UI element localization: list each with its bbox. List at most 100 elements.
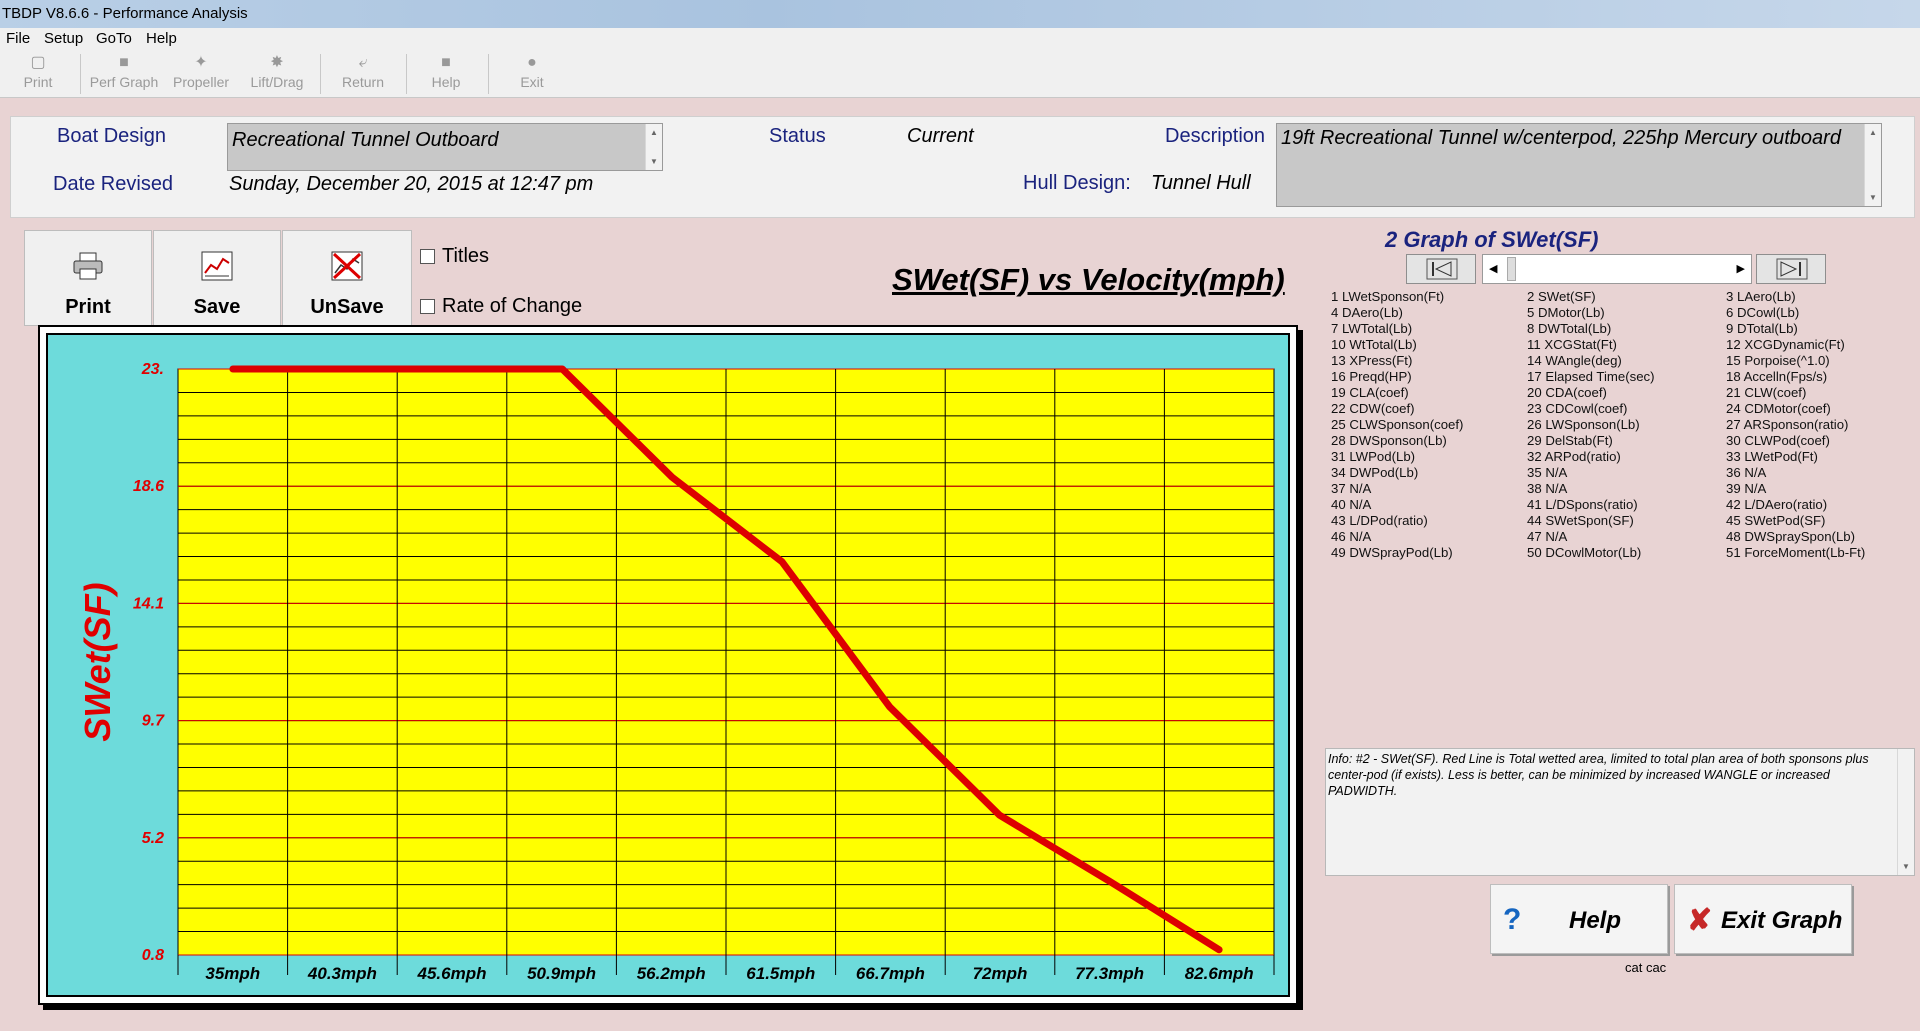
- exit-circle-icon: ●: [527, 54, 537, 71]
- parameter-item[interactable]: 31 LWPod(Lb): [1331, 449, 1415, 465]
- parameter-item[interactable]: 3 LAero(Lb): [1726, 289, 1796, 305]
- parameter-item[interactable]: 22 CDW(coef): [1331, 401, 1415, 417]
- line-chart: 23. 18.6 14.1 9.7 5.2 0.8 35mph 40.3mph 45.6mph 5…: [77, 361, 1275, 983]
- boat-design-scrollbar[interactable]: ▲ ▼: [645, 124, 662, 170]
- parameter-item[interactable]: 15 Porpoise(^1.0): [1726, 353, 1830, 369]
- parameter-item[interactable]: 21 CLW(coef): [1726, 385, 1806, 401]
- parameter-item[interactable]: 28 DWSponson(Lb): [1331, 433, 1447, 449]
- scroll-down-icon: ▼: [1902, 862, 1910, 871]
- parameter-item[interactable]: 38 N/A: [1527, 481, 1567, 497]
- window-title: TBDP V8.6.6 - Performance Analysis: [2, 5, 248, 22]
- printer-icon: [73, 252, 103, 280]
- parameter-item[interactable]: 25 CLWSponson(coef): [1331, 417, 1463, 433]
- scroll-down-icon: ▼: [650, 157, 658, 166]
- parameter-item[interactable]: 36 N/A: [1726, 465, 1766, 481]
- print-graph-button[interactable]: Print: [24, 230, 152, 326]
- toolbar-perf-graph-button[interactable]: ■ Perf Graph: [86, 50, 162, 96]
- parameter-item[interactable]: 27 ARSponson(ratio): [1726, 417, 1848, 433]
- parameter-item[interactable]: 51 ForceMoment(Lb-Ft): [1726, 545, 1865, 561]
- boat-design-field[interactable]: Recreational Tunnel Outboard ▲ ▼: [227, 123, 663, 171]
- toolbar-propeller-button[interactable]: ✦ Propeller: [168, 50, 234, 96]
- scroll-right-icon: ▶: [1736, 263, 1745, 275]
- menu-setup[interactable]: Setup: [44, 30, 83, 47]
- parameter-item[interactable]: 11 XCGStat(Ft): [1527, 337, 1617, 353]
- parameter-item[interactable]: 46 N/A: [1331, 529, 1371, 545]
- red-x-icon: ✘: [1687, 904, 1713, 937]
- parameter-item[interactable]: 43 L/DPod(ratio): [1331, 513, 1428, 529]
- description-field[interactable]: 19ft Recreational Tunnel w/centerpod, 22…: [1276, 123, 1882, 207]
- date-revised-label: Date Revised: [53, 173, 174, 195]
- unsave-graph-button[interactable]: UnSave: [282, 230, 412, 326]
- parameter-item[interactable]: 33 LWetPod(Ft): [1726, 449, 1818, 465]
- parameter-item[interactable]: 37 N/A: [1331, 481, 1371, 497]
- toolbar-separator: [488, 54, 489, 94]
- scroll-left-icon: ◀: [1489, 263, 1498, 275]
- parameter-item[interactable]: 1 LWetSponson(Ft): [1331, 289, 1444, 305]
- parameter-item[interactable]: 32 ARPod(ratio): [1527, 449, 1621, 465]
- toolbar-help-button[interactable]: ■ Help: [426, 50, 466, 96]
- description-value: 19ft Recreational Tunnel w/centerpod, 22…: [1281, 127, 1841, 149]
- description-scrollbar[interactable]: ▲ ▼: [1864, 124, 1881, 206]
- parameter-item[interactable]: 12 XCGDynamic(Ft): [1726, 337, 1845, 353]
- parameter-item[interactable]: 8 DWTotal(Lb): [1527, 321, 1611, 337]
- rate-of-change-checkbox-label: Rate of Change: [442, 295, 583, 317]
- info-scrollbar[interactable]: ▼: [1897, 749, 1914, 875]
- toolbar-propeller-label: Propeller: [172, 74, 230, 90]
- parameter-item[interactable]: 41 L/DSpons(ratio): [1527, 497, 1638, 513]
- parameter-item[interactable]: 20 CDA(coef): [1527, 385, 1607, 401]
- scroll-down-icon: ▼: [1869, 193, 1877, 202]
- parameter-item[interactable]: 48 DWSpraySpon(Lb): [1726, 529, 1855, 545]
- parameter-item[interactable]: 50 DCowlMotor(Lb): [1527, 545, 1641, 561]
- toolbar-exit-button[interactable]: ● Exit: [514, 50, 550, 96]
- rate-of-change-checkbox[interactable]: [420, 299, 435, 314]
- toolbar-lift-drag-button[interactable]: ✸ Lift/Drag: [244, 50, 310, 96]
- x-tick-label: 66.7mph: [856, 964, 925, 983]
- date-revised-value: Sunday, December 20, 2015 at 12:47 pm: [229, 173, 594, 195]
- save-graph-button[interactable]: Save: [153, 230, 281, 326]
- parameter-item[interactable]: 39 N/A: [1726, 481, 1766, 497]
- parameter-item[interactable]: 16 Preqd(HP): [1331, 369, 1412, 385]
- parameter-item[interactable]: 13 XPress(Ft): [1331, 353, 1412, 369]
- parameter-item[interactable]: 18 Accelln(Fps/s): [1726, 369, 1827, 385]
- menu-bar: File Setup GoTo Help: [0, 28, 1920, 50]
- data-point: [780, 560, 784, 564]
- parameter-item[interactable]: 45 SWetPod(SF): [1726, 513, 1825, 529]
- menu-help[interactable]: Help: [146, 30, 177, 47]
- skip-first-icon: [1426, 258, 1458, 280]
- graph-selector-scrollbar[interactable]: ◀ ▶: [1482, 254, 1752, 284]
- parameter-item[interactable]: 35 N/A: [1527, 465, 1567, 481]
- parameter-item[interactable]: 44 SWetSpon(SF): [1527, 513, 1634, 529]
- parameter-item[interactable]: 26 LWSponson(Lb): [1527, 417, 1640, 433]
- toolbar-return-button[interactable]: ⤶ Return: [338, 50, 388, 96]
- parameter-item[interactable]: 23 CDCowl(coef): [1527, 401, 1627, 417]
- parameter-item[interactable]: 9 DTotal(Lb): [1726, 321, 1798, 337]
- data-point: [1217, 948, 1221, 952]
- parameter-item[interactable]: 29 DelStab(Ft): [1527, 433, 1613, 449]
- parameter-item[interactable]: 40 N/A: [1331, 497, 1371, 513]
- menu-goto[interactable]: GoTo: [96, 30, 132, 47]
- parameter-item[interactable]: 2 SWet(SF): [1527, 289, 1596, 305]
- toolbar-print-button[interactable]: ▢ Print: [18, 50, 58, 96]
- help-button[interactable]: ? Help: [1490, 884, 1668, 954]
- parameter-item[interactable]: 24 CDMotor(coef): [1726, 401, 1831, 417]
- data-point: [231, 367, 235, 371]
- menu-file[interactable]: File: [6, 30, 30, 47]
- parameter-item[interactable]: 42 L/DAero(ratio): [1726, 497, 1827, 513]
- first-graph-button[interactable]: [1406, 254, 1476, 284]
- parameter-item[interactable]: 7 LWTotal(Lb): [1331, 321, 1412, 337]
- parameter-item[interactable]: 19 CLA(coef): [1331, 385, 1409, 401]
- last-graph-button[interactable]: [1756, 254, 1826, 284]
- parameter-item[interactable]: 34 DWPod(Lb): [1331, 465, 1418, 481]
- parameter-item[interactable]: 14 WAngle(deg): [1527, 353, 1622, 369]
- exit-graph-button[interactable]: ✘ Exit Graph: [1674, 884, 1852, 954]
- scrollbar-thumb[interactable]: [1507, 257, 1516, 281]
- parameter-item[interactable]: 30 CLWPod(coef): [1726, 433, 1830, 449]
- parameter-item[interactable]: 17 Elapsed Time(sec): [1527, 369, 1655, 385]
- parameter-item[interactable]: 47 N/A: [1527, 529, 1567, 545]
- parameter-item[interactable]: 5 DMotor(Lb): [1527, 305, 1605, 321]
- titles-checkbox[interactable]: [420, 249, 435, 264]
- parameter-item[interactable]: 4 DAero(Lb): [1331, 305, 1403, 321]
- parameter-item[interactable]: 10 WtTotal(Lb): [1331, 337, 1417, 353]
- parameter-item[interactable]: 49 DWSprayPod(Lb): [1331, 545, 1453, 561]
- parameter-item[interactable]: 6 DCowl(Lb): [1726, 305, 1799, 321]
